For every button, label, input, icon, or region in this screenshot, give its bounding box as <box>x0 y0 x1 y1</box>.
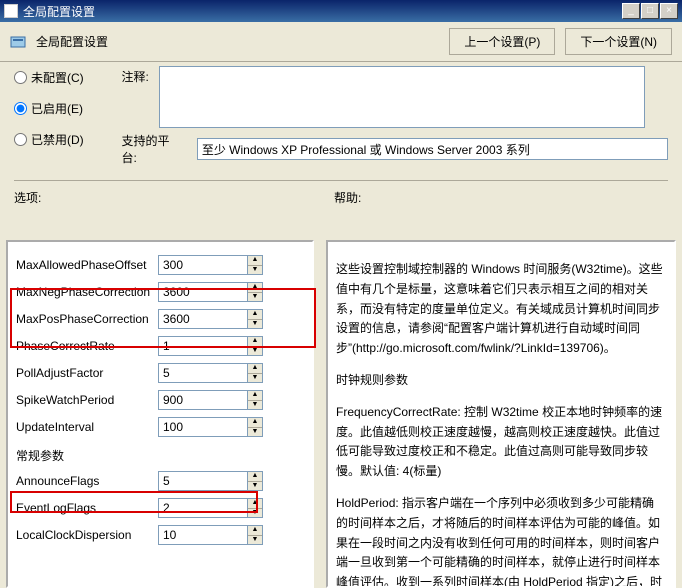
next-setting-button[interactable]: 下一个设置(N) <box>565 28 672 55</box>
comment-label: 注释: <box>121 68 148 128</box>
option-spinner-spikewatchperiod[interactable]: ▲▼ <box>158 390 263 410</box>
option-spinner-eventlogflags[interactable]: ▲▼ <box>158 498 263 518</box>
option-row: MaxNegPhaseCorrection ▲▼ <box>16 282 304 302</box>
option-label: LocalClockDispersion <box>16 528 152 542</box>
option-input[interactable] <box>158 336 248 356</box>
option-label: MaxNegPhaseCorrection <box>16 285 152 299</box>
option-input[interactable] <box>158 417 248 437</box>
option-row: MaxPosPhaseCorrection ▲▼ <box>16 309 304 329</box>
option-row: SpikeWatchPeriod ▲▼ <box>16 390 304 410</box>
comment-textarea[interactable] <box>159 66 645 128</box>
radio-not-configured[interactable]: 未配置(C) <box>14 69 97 86</box>
spin-down-icon[interactable]: ▼ <box>248 428 262 437</box>
option-label: MaxPosPhaseCorrection <box>16 312 152 326</box>
spin-down-icon[interactable]: ▼ <box>248 401 262 410</box>
option-label: UpdateInterval <box>16 420 152 434</box>
spin-up-icon[interactable]: ▲ <box>248 391 262 401</box>
toolbar-subtitle: 全局配置设置 <box>36 33 108 50</box>
option-spinner-phasecorrectrate[interactable]: ▲▼ <box>158 336 263 356</box>
option-spinner-announceflags[interactable]: ▲▼ <box>158 471 263 491</box>
option-row: EventLogFlags ▲▼ <box>16 498 304 518</box>
options-heading: 选项: <box>14 191 41 205</box>
help-panel[interactable]: 这些设置控制域控制器的 Windows 时间服务(W32time)。这些值中有几… <box>326 240 676 588</box>
spin-down-icon[interactable]: ▼ <box>248 374 262 383</box>
spin-up-icon[interactable]: ▲ <box>248 472 262 482</box>
option-row: PhaseCorrectRate ▲▼ <box>16 336 304 356</box>
option-spinner-polladjustfactor[interactable]: ▲▼ <box>158 363 263 383</box>
help-text: 时钟规则参数 <box>336 371 666 391</box>
help-heading: 帮助: <box>334 191 361 205</box>
radio-enabled[interactable]: 已启用(E) <box>14 100 97 117</box>
option-spinner-updateinterval[interactable]: ▲▼ <box>158 417 263 437</box>
radio-not-configured-label: 未配置(C) <box>31 69 84 86</box>
titlebar: 全局配置设置 _ □ × <box>0 0 682 22</box>
spin-up-icon[interactable]: ▲ <box>248 499 262 509</box>
window-title: 全局配置设置 <box>23 3 622 20</box>
spin-down-icon[interactable]: ▼ <box>248 482 262 491</box>
supported-platforms-text: 至少 Windows XP Professional 或 Windows Ser… <box>202 141 530 158</box>
option-label: SpikeWatchPeriod <box>16 393 152 407</box>
help-text: FrequencyCorrectRate: 控制 W32time 校正本地时钟频… <box>336 403 666 482</box>
spin-up-icon[interactable]: ▲ <box>248 337 262 347</box>
option-input[interactable] <box>158 471 248 491</box>
option-row: MaxAllowedPhaseOffset ▲▼ <box>16 255 304 275</box>
option-input[interactable] <box>158 498 248 518</box>
help-text: HoldPeriod: 指示客户端在一个序列中必须收到多少可能精确的时间样本之后… <box>336 494 666 588</box>
help-text: 这些设置控制域控制器的 Windows 时间服务(W32time)。这些值中有几… <box>336 260 666 359</box>
minimize-button[interactable]: _ <box>622 3 640 19</box>
radio-enabled-label: 已启用(E) <box>31 100 83 117</box>
option-input[interactable] <box>158 525 248 545</box>
option-row: UpdateInterval ▲▼ <box>16 417 304 437</box>
close-button[interactable]: × <box>660 3 678 19</box>
previous-setting-button[interactable]: 上一个设置(P) <box>449 28 555 55</box>
spin-down-icon[interactable]: ▼ <box>248 347 262 356</box>
radio-disabled[interactable]: 已禁用(D) <box>14 131 97 148</box>
option-spinner-maxallowedphaseoffset[interactable]: ▲▼ <box>158 255 263 275</box>
option-label: PhaseCorrectRate <box>16 339 152 353</box>
common-params-heading: 常规参数 <box>16 447 304 464</box>
options-panel[interactable]: ... MaxAllowedPhaseOffset ▲▼ MaxNegPhase… <box>6 240 314 588</box>
option-label: EventLogFlags <box>16 501 152 515</box>
spin-down-icon[interactable]: ▼ <box>248 320 262 329</box>
option-row: AnnounceFlags ▲▼ <box>16 471 304 491</box>
toolbar: 全局配置设置 上一个设置(P) 下一个设置(N) <box>0 22 682 62</box>
option-spinner-localclockdispersion[interactable]: ▲▼ <box>158 525 263 545</box>
gear-icon <box>10 34 28 50</box>
separator <box>14 180 668 181</box>
option-label: AnnounceFlags <box>16 474 152 488</box>
option-input[interactable] <box>158 363 248 383</box>
spin-down-icon[interactable]: ▼ <box>248 536 262 545</box>
supported-platforms-box: 至少 Windows XP Professional 或 Windows Ser… <box>197 138 668 160</box>
option-row: LocalClockDispersion ▲▼ <box>16 525 304 545</box>
maximize-button[interactable]: □ <box>641 3 659 19</box>
spin-up-icon[interactable]: ▲ <box>248 418 262 428</box>
config-area: 未配置(C) 已启用(E) 已禁用(D) 注释: 支持的平台: 至少 Windo… <box>0 62 682 206</box>
option-input[interactable] <box>158 309 248 329</box>
option-row: PollAdjustFactor ▲▼ <box>16 363 304 383</box>
option-spinner-maxnegphasecorrection[interactable]: ▲▼ <box>158 282 263 302</box>
spin-down-icon[interactable]: ▼ <box>248 293 262 302</box>
spin-up-icon[interactable]: ▲ <box>248 256 262 266</box>
lower-panels: ... MaxAllowedPhaseOffset ▲▼ MaxNegPhase… <box>6 240 676 588</box>
spin-down-icon[interactable]: ▼ <box>248 266 262 275</box>
spin-up-icon[interactable]: ▲ <box>248 310 262 320</box>
radio-disabled-label: 已禁用(D) <box>31 131 84 148</box>
option-label: MaxAllowedPhaseOffset <box>16 258 152 272</box>
spin-down-icon[interactable]: ▼ <box>248 509 262 518</box>
option-input[interactable] <box>158 390 248 410</box>
spin-up-icon[interactable]: ▲ <box>248 364 262 374</box>
option-input[interactable] <box>158 255 248 275</box>
spin-up-icon[interactable]: ▲ <box>248 283 262 293</box>
window-icon <box>4 4 18 18</box>
option-input[interactable] <box>158 282 248 302</box>
supported-label: 支持的平台: <box>121 132 182 166</box>
option-label: PollAdjustFactor <box>16 366 152 380</box>
option-spinner-maxposphasecorrection[interactable]: ▲▼ <box>158 309 263 329</box>
spin-up-icon[interactable]: ▲ <box>248 526 262 536</box>
